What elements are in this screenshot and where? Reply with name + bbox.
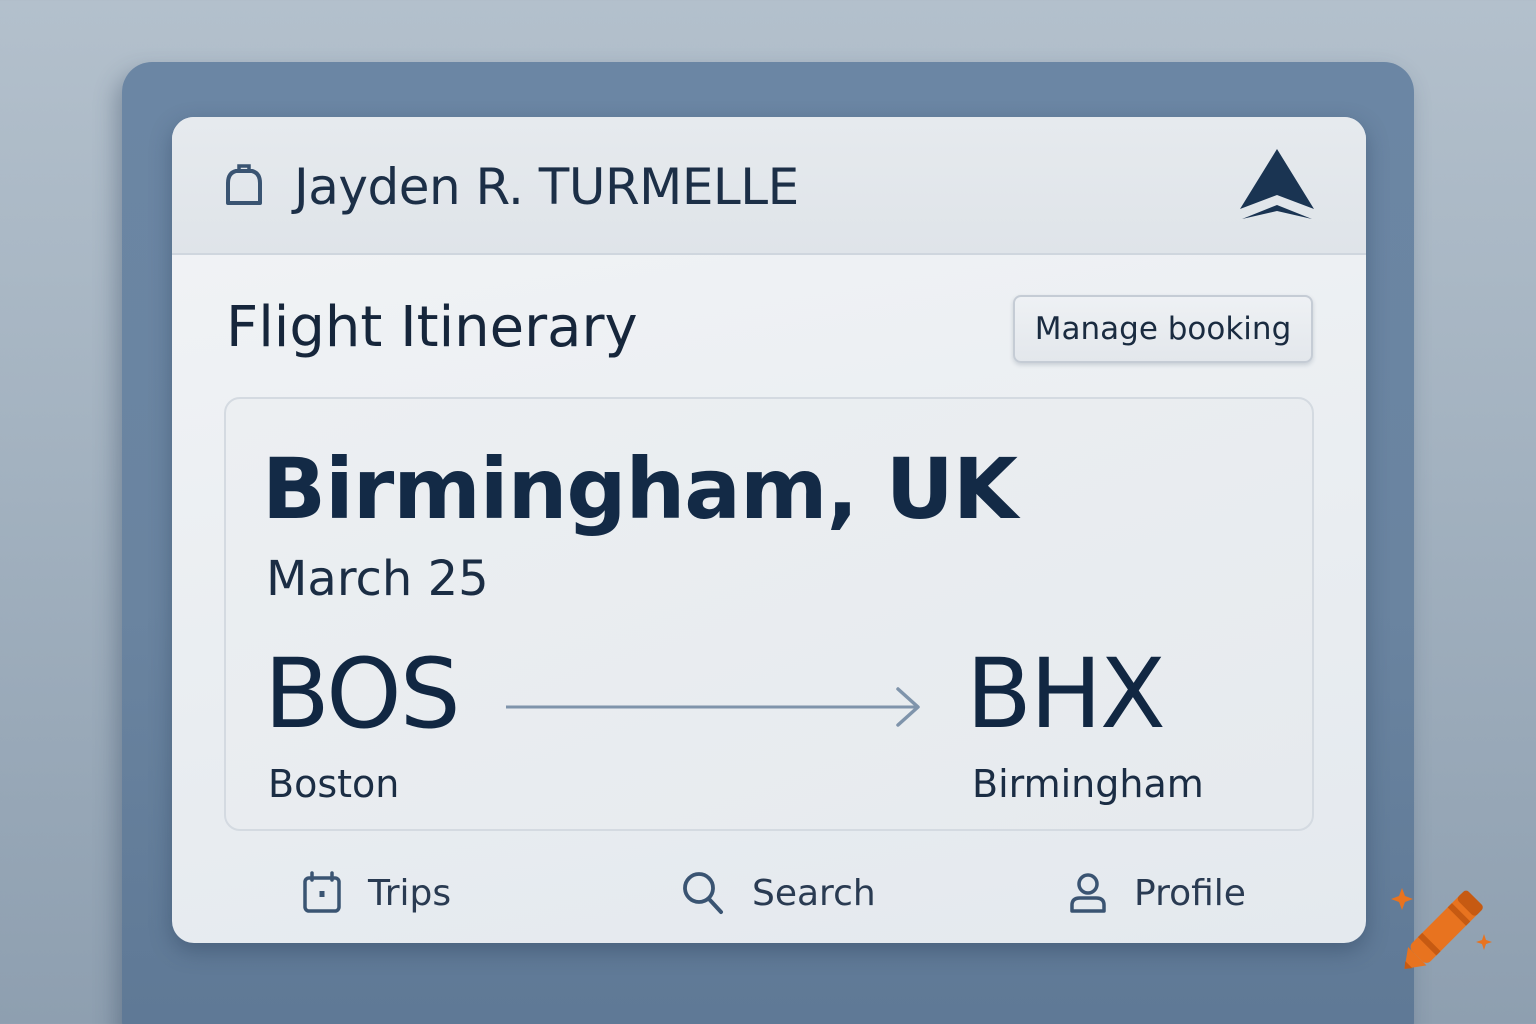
search-icon xyxy=(683,872,723,914)
trips-icon xyxy=(303,871,341,913)
origin-code: BOS xyxy=(264,638,461,750)
destination-city: Birmingham xyxy=(972,762,1204,806)
flight-date: March 25 xyxy=(266,551,489,607)
destination-title: Birmingham, UK xyxy=(262,440,1018,538)
flight-summary: Birmingham, UK March 25 BOS BHX Boston B… xyxy=(224,397,1314,831)
itinerary-card: Jayden R. TURMELLE Flight Itinerary Mana… xyxy=(172,117,1366,943)
destination-code: BHX xyxy=(966,638,1166,750)
nav-item-search[interactable]: Search xyxy=(680,863,876,923)
page-title: Flight Itinerary xyxy=(226,295,638,360)
nav-item-trips[interactable]: Trips xyxy=(302,863,451,923)
passenger-name: Jayden R. TURMELLE xyxy=(294,158,799,216)
card-header: Jayden R. TURMELLE xyxy=(172,117,1366,255)
profile-icon xyxy=(1070,873,1106,913)
nav-label-search: Search xyxy=(752,872,876,914)
bottom-nav: Trips Search Profile xyxy=(172,847,1366,943)
crayon-icon xyxy=(1391,888,1492,969)
bag-icon xyxy=(226,164,262,205)
nav-label-trips: Trips xyxy=(368,872,452,914)
arrow-right-icon xyxy=(506,687,920,727)
manage-booking-button[interactable]: Manage booking xyxy=(1013,295,1313,363)
nav-label-profile: Profile xyxy=(1134,872,1246,914)
nav-item-profile[interactable]: Profile xyxy=(1068,863,1246,923)
origin-city: Boston xyxy=(268,762,400,806)
airline-logo-icon xyxy=(1240,149,1314,219)
